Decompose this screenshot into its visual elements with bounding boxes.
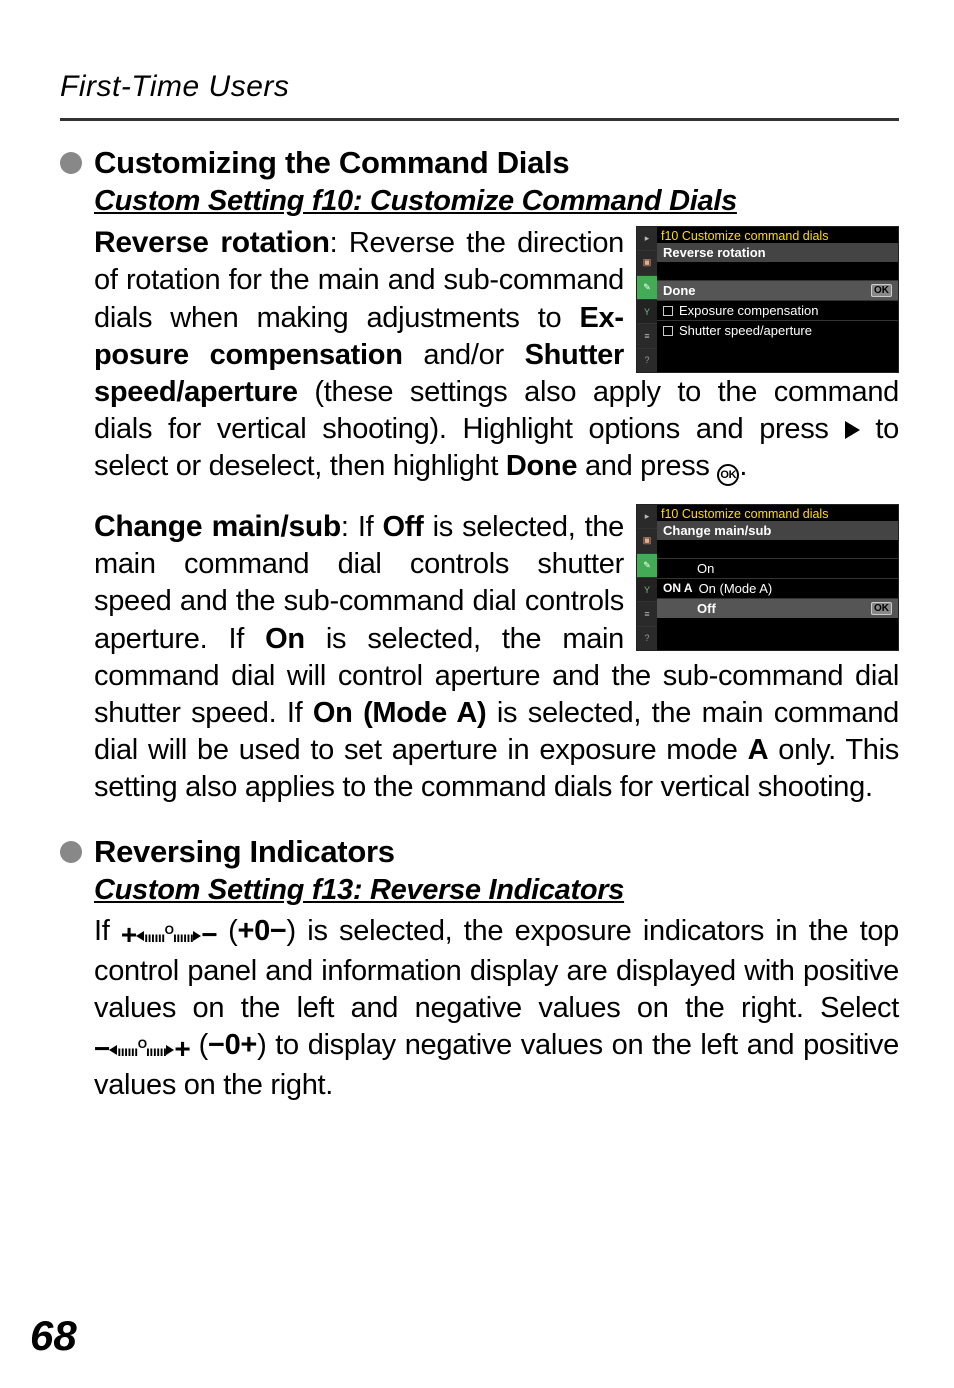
ok-button-icon: OK bbox=[717, 464, 739, 486]
right-arrow-icon bbox=[845, 421, 860, 439]
screen1-row-done: Done OK bbox=[657, 280, 898, 300]
section-2-heading-row: Reversing Indicators bbox=[60, 834, 899, 870]
screen1-row-done-label: Done bbox=[663, 283, 696, 298]
screen2-row-on-label: On bbox=[697, 561, 714, 576]
screen1-row-exposure: Exposure compensation bbox=[657, 300, 898, 320]
screen2-row-on-mode-a: ON A On (Mode A) bbox=[657, 578, 898, 598]
page-number: 68 bbox=[30, 1312, 77, 1360]
screen1-row-shutter: Shutter speed/aperture bbox=[657, 320, 898, 340]
menu-icon-setup: Y bbox=[637, 578, 657, 602]
ok-badge-icon: OK bbox=[871, 602, 892, 615]
checkbox-icon bbox=[663, 306, 673, 316]
screen1-title-text: Customize command dials bbox=[682, 229, 829, 243]
s2-paren1a: ( bbox=[217, 915, 238, 947]
section-2-body: If +ııııııOıııııı− (+0−) is selected, th… bbox=[94, 913, 899, 1104]
menu-icon-mymenu: ? bbox=[637, 349, 657, 372]
menu-icon-play: ▸ bbox=[637, 505, 657, 529]
para2-b2: On bbox=[265, 623, 305, 655]
section-2-subtitle: Custom Setting f13: Reverse Indicators bbox=[94, 874, 899, 907]
header-rule bbox=[60, 118, 899, 121]
para2-label: Change main/sub bbox=[94, 510, 341, 543]
para2-sep: : bbox=[341, 511, 358, 543]
menu-icon-setup: Y bbox=[637, 300, 657, 324]
screen2-title-text: Customize command dials bbox=[682, 507, 829, 521]
screen2-row-on-a-label: On (Mode A) bbox=[699, 581, 773, 596]
section-1-subtitle: Custom Setting f10: Customize Command Di… bbox=[94, 185, 899, 218]
s2-paren1b: ) bbox=[287, 915, 296, 947]
para1-t5: and press bbox=[577, 450, 717, 482]
bullet-icon bbox=[60, 841, 82, 863]
screen1-row-shutter-label: Shutter speed/aperture bbox=[679, 323, 812, 338]
para2-b1: Off bbox=[382, 511, 423, 543]
screen1-row-exposure-label: Exposure compensation bbox=[679, 303, 818, 318]
mode-a-icon: A bbox=[748, 734, 769, 766]
section-1-body: ▸ ▣ ✎ Y ≡ ? f10 Customize command dials … bbox=[94, 224, 899, 806]
screen1-subtitle: Reverse rotation bbox=[657, 243, 898, 262]
menu-icon-retouch: ≡ bbox=[637, 324, 657, 348]
menu-icon-pencil: ✎ bbox=[637, 554, 657, 578]
screen2-title-prefix: f10 bbox=[661, 507, 678, 521]
bullet-icon bbox=[60, 152, 82, 174]
s2-t1: If bbox=[94, 915, 121, 947]
indicator-minus-to-plus-icon: −ııııııOıııııı+ bbox=[94, 1031, 190, 1067]
s2-sym1: +0− bbox=[237, 915, 286, 947]
section-1-heading-row: Customizing the Command Dials bbox=[60, 145, 899, 181]
indicator-plus-to-minus-icon: +ııııııOıııııı− bbox=[121, 917, 217, 953]
checkbox-icon bbox=[663, 326, 673, 336]
menu-icon-camera: ▣ bbox=[637, 529, 657, 553]
screen2-row-off-label: Off bbox=[697, 601, 716, 616]
para1-label: Reverse rotation bbox=[94, 226, 330, 259]
menu-icon-retouch: ≡ bbox=[637, 602, 657, 626]
s2-sym2: −0+ bbox=[208, 1029, 257, 1061]
screen2-row-on-a-prefix: ON A bbox=[663, 581, 693, 595]
screen2-subtitle: Change main/sub bbox=[657, 521, 898, 540]
section-2-para: If +ııııııOıııııı− (+0−) is selected, th… bbox=[94, 913, 899, 1104]
para1-b3: Done bbox=[506, 450, 577, 482]
screen1-title: f10 Customize command dials bbox=[657, 227, 898, 243]
section-2-title: Reversing Indicators bbox=[94, 834, 395, 870]
para2-t1: If bbox=[358, 511, 383, 543]
screen2-row-off: Off OK bbox=[657, 598, 898, 618]
screen2-row-on: On bbox=[657, 558, 898, 578]
page-header: First-Time Users bbox=[60, 70, 899, 104]
menu-icon-play: ▸ bbox=[637, 227, 657, 251]
para1-sep: : bbox=[330, 227, 349, 259]
screenshot-change-main-sub: ▸ ▣ ✎ Y ≡ ? f10 Customize command dials … bbox=[636, 504, 899, 651]
para1-t2: and/or bbox=[403, 339, 525, 371]
menu-icon-camera: ▣ bbox=[637, 251, 657, 275]
screenshot-reverse-rotation: ▸ ▣ ✎ Y ≡ ? f10 Customize command dials … bbox=[636, 226, 899, 373]
screen2-title: f10 Customize command dials bbox=[657, 505, 898, 521]
screen1-title-prefix: f10 bbox=[661, 229, 678, 243]
para1-t6: . bbox=[739, 450, 747, 482]
ok-badge-icon: OK bbox=[871, 284, 892, 297]
menu-icon-pencil: ✎ bbox=[637, 276, 657, 300]
s2-paren2a: ( bbox=[190, 1029, 208, 1061]
menu-icon-mymenu: ? bbox=[637, 627, 657, 650]
para2-b3: On (Mode A) bbox=[313, 697, 487, 729]
section-1-title: Customizing the Command Dials bbox=[94, 145, 569, 181]
